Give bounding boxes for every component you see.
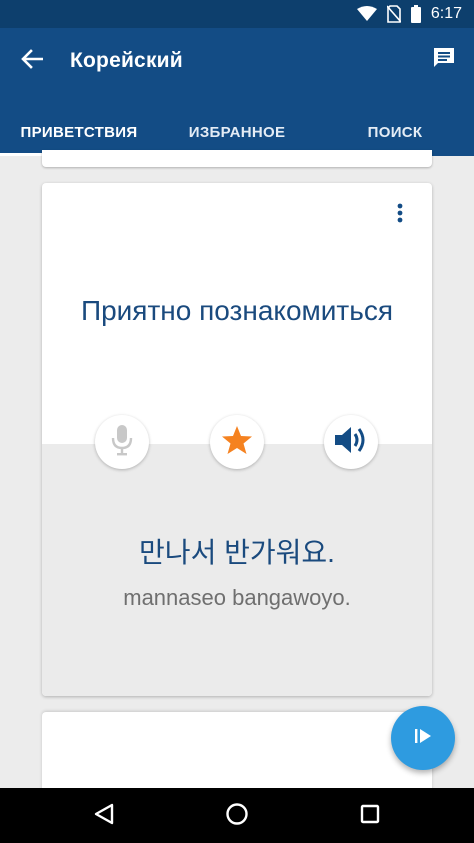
tab-bar: ПРИВЕТСТВИЯ ИЗБРАННОЕ ПОИСК	[0, 108, 474, 156]
star-icon	[221, 425, 253, 460]
nav-home-icon	[225, 802, 249, 831]
system-nav-bar	[0, 788, 474, 843]
tab-search[interactable]: ПОИСК	[316, 108, 474, 156]
play-audio-button[interactable]	[324, 415, 378, 469]
speaker-icon	[334, 426, 368, 459]
card-menu-button[interactable]	[388, 203, 412, 227]
favorite-button[interactable]	[210, 415, 264, 469]
nav-back-icon	[93, 803, 115, 830]
chat-icon	[432, 46, 456, 75]
phrase-source-text: Приятно познакомиться	[80, 295, 394, 326]
microphone-icon	[111, 424, 133, 461]
battery-icon	[410, 5, 421, 23]
more-vert-icon	[397, 203, 403, 228]
nav-back-button[interactable]	[88, 800, 120, 832]
nav-recents-icon	[359, 803, 381, 830]
tab-greetings[interactable]: ПРИВЕТСТВИЯ	[0, 108, 158, 156]
wifi-icon	[356, 6, 377, 22]
back-button[interactable]	[14, 46, 50, 76]
phrase-translation-text: 만나서 반가워요.	[139, 537, 335, 568]
no-sim-icon	[386, 5, 401, 23]
autoplay-button[interactable]	[391, 706, 455, 770]
record-button[interactable]	[95, 415, 149, 469]
nav-home-button[interactable]	[221, 800, 253, 832]
nav-recents-button[interactable]	[354, 800, 386, 832]
phrase-transliteration: mannaseo bangawoyo.	[123, 585, 351, 610]
status-icons: 6:17	[356, 4, 462, 24]
status-time: 6:17	[430, 5, 462, 22]
play-next-icon	[413, 726, 433, 751]
tab-favorites[interactable]: ИЗБРАННОЕ	[158, 108, 316, 156]
status-bar: 6:17	[0, 0, 474, 28]
phrase-card: Приятно познакомиться 만나서 반가워요. mannaseo…	[42, 183, 432, 696]
page-title: Корейский	[70, 49, 183, 72]
arrow-left-icon	[21, 48, 44, 74]
previous-phrase-card[interactable]	[42, 150, 432, 167]
chat-button[interactable]	[428, 44, 460, 76]
app-bar: Корейский ПРИВЕТСТВИЯ ИЗБРАННОЕ ПОИСК	[0, 28, 474, 156]
